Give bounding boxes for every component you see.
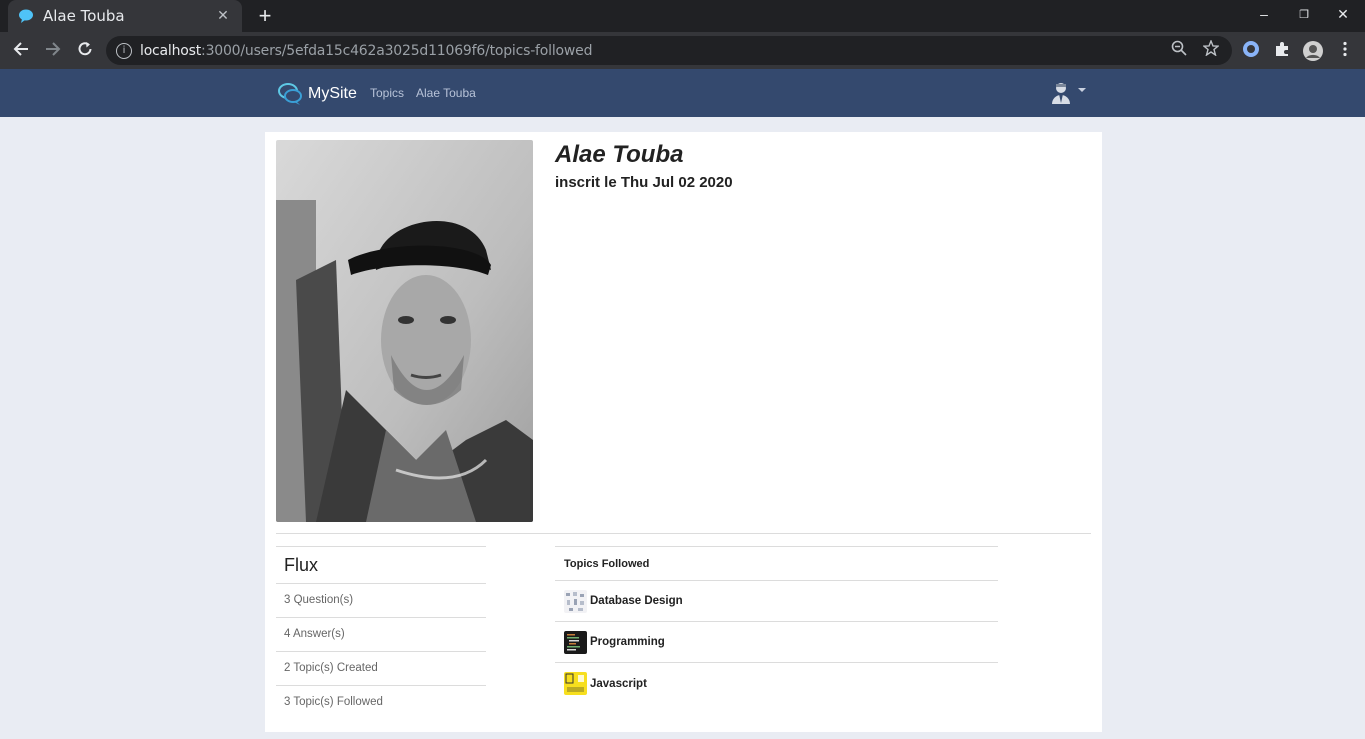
topics-followed-title: Topics Followed (555, 546, 998, 581)
info-icon[interactable]: i (116, 42, 132, 59)
topics-followed-panel: Topics Followed Database Design Programm… (555, 546, 998, 704)
flux-panel: Flux 3 Question(s) 4 Answer(s) 2 Topic(s… (276, 546, 486, 720)
topic-row[interactable]: Database Design (555, 581, 998, 622)
user-name-heading: Alae Touba (555, 141, 684, 168)
brand-link[interactable]: MySite (277, 81, 357, 107)
programming-thumbnail (564, 630, 587, 654)
chat-logo-icon (278, 83, 302, 105)
menu-icon[interactable] (1334, 40, 1356, 62)
zoom-icon[interactable] (1169, 40, 1189, 61)
url-text[interactable]: localhost:3000/users/5efda15c462a3025d11… (140, 43, 592, 59)
chat-bubble-icon (19, 9, 33, 23)
flux-item-questions[interactable]: 3 Question(s) (276, 584, 486, 618)
chevron-down-icon (1078, 88, 1086, 92)
restore-button[interactable]: ❐ (1294, 8, 1314, 21)
flux-item-topics-followed[interactable]: 3 Topic(s) Followed (276, 686, 486, 720)
extension-icon[interactable] (1240, 40, 1262, 62)
flux-title: Flux (276, 546, 486, 584)
site-navbar: MySite Topics Alae Touba (0, 69, 1365, 117)
browser-tab[interactable]: Alae Touba ✕ (8, 0, 242, 32)
topic-row[interactable]: Javascript (555, 663, 998, 704)
browser-toolbar: i localhost:3000/users/5efda15c462a3025d… (0, 32, 1365, 69)
tab-close-icon[interactable]: ✕ (214, 7, 232, 25)
back-arrow-icon[interactable] (10, 40, 32, 62)
address-bar[interactable]: i localhost:3000/users/5efda15c462a3025d… (106, 36, 1232, 65)
profile-photo (276, 140, 533, 522)
window-close-button[interactable]: ✕ (1333, 6, 1353, 23)
database-design-thumbnail (564, 589, 587, 613)
nav-link-topics[interactable]: Topics (370, 86, 404, 100)
profile-icon[interactable] (1302, 40, 1324, 62)
nav-link-profile[interactable]: Alae Touba (416, 86, 476, 100)
topic-name[interactable]: Javascript (590, 678, 647, 690)
forward-arrow-icon[interactable] (42, 40, 64, 62)
new-tab-button[interactable]: + (252, 3, 278, 29)
topic-row[interactable]: Programming (555, 622, 998, 663)
brand-name: MySite (308, 85, 357, 102)
joined-date: inscrit le Thu Jul 02 2020 (555, 174, 733, 191)
reload-icon[interactable] (74, 40, 96, 62)
user-dropdown[interactable] (1050, 81, 1086, 105)
section-divider (276, 533, 1091, 534)
browser-tab-bar: Alae Touba ✕ + – ❐ ✕ (0, 0, 1365, 32)
topic-name[interactable]: Database Design (590, 595, 683, 607)
puzzle-icon[interactable] (1271, 40, 1293, 62)
star-icon[interactable] (1201, 39, 1221, 61)
user-avatar-icon (1052, 83, 1070, 104)
flux-item-topics-created[interactable]: 2 Topic(s) Created (276, 652, 486, 686)
javascript-thumbnail (564, 672, 587, 695)
flux-item-answers[interactable]: 4 Answer(s) (276, 618, 486, 652)
topic-name[interactable]: Programming (590, 636, 665, 648)
profile-card: Alae Touba inscrit le Thu Jul 02 2020 Fl… (265, 132, 1102, 732)
tab-title: Alae Touba (43, 7, 125, 25)
minimize-button[interactable]: – (1254, 6, 1274, 22)
